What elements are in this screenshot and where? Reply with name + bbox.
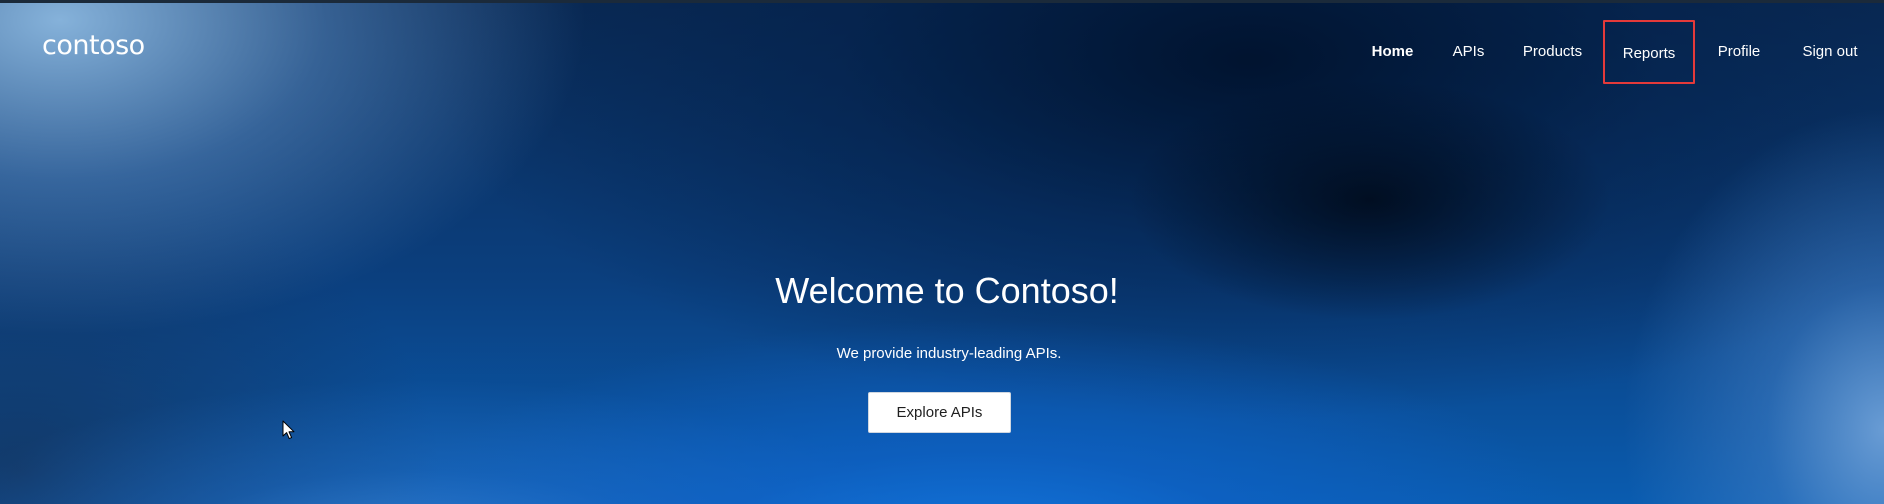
nav-item-home[interactable]: Home bbox=[1360, 20, 1425, 84]
landing-page: contoso Home APIs Products Reports Profi… bbox=[0, 0, 1884, 504]
hero-subtitle-text: We provide industry-leading APIs. bbox=[836, 345, 1062, 362]
mouse-pointer-icon bbox=[282, 420, 295, 440]
nav-item-reports[interactable]: Reports bbox=[1603, 20, 1695, 84]
hero-title-text: Welcome to Contoso! bbox=[775, 270, 1119, 311]
nav-item-profile[interactable]: Profile bbox=[1710, 20, 1768, 84]
explore-apis-button[interactable]: Explore APIs bbox=[868, 392, 1011, 433]
nav-item-products[interactable]: Products bbox=[1515, 20, 1590, 84]
hero-subtitle: We provide industry-leading APIs. bbox=[0, 345, 1884, 362]
hero-title: Welcome to Contoso! bbox=[0, 270, 1884, 312]
top-navigation: Home APIs Products Reports Profile Sign … bbox=[0, 20, 1884, 84]
nav-item-apis[interactable]: APIs bbox=[1445, 20, 1492, 84]
window-top-border bbox=[0, 0, 1884, 3]
nav-item-sign-out[interactable]: Sign out bbox=[1794, 20, 1866, 84]
